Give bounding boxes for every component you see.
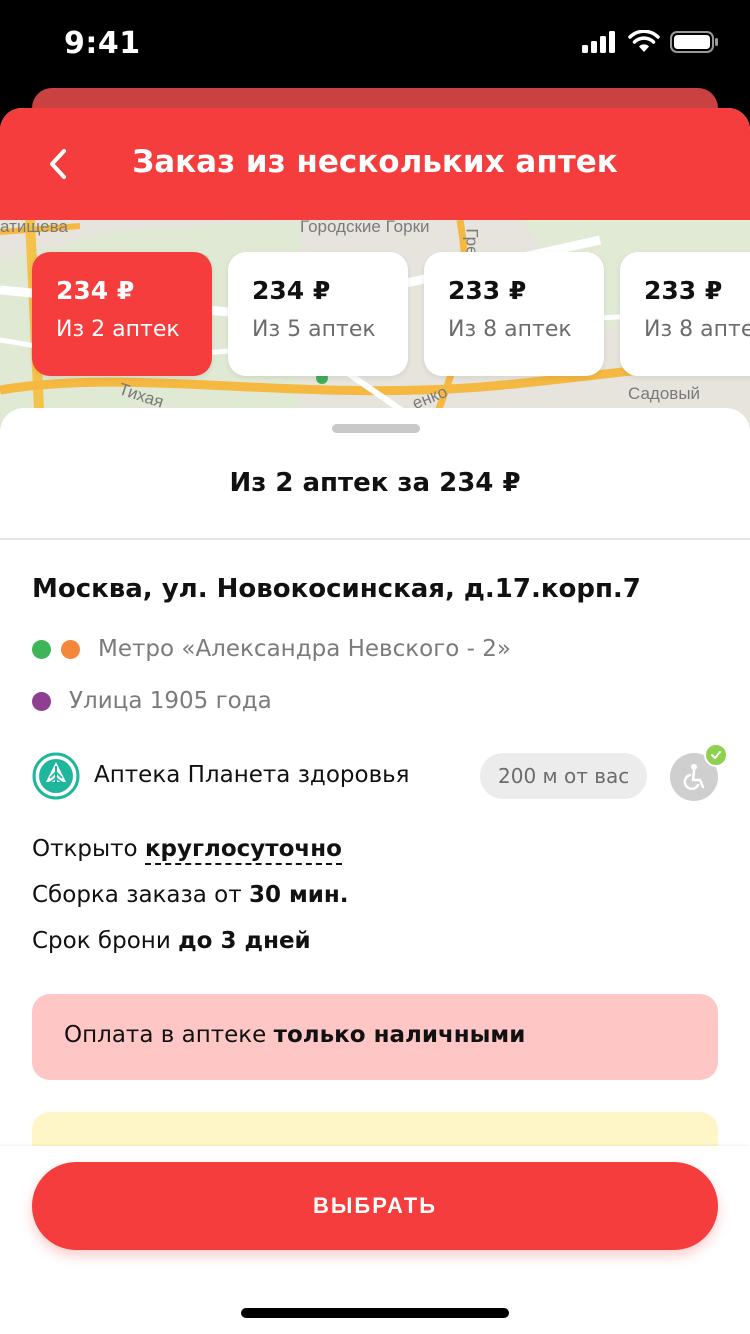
opening-hours: Открыто круглосуточно (32, 836, 342, 865)
metro-line-dot (32, 639, 51, 659)
pharmacy-address: Москва, ул. Новокосинская, д.17.корп.7 (32, 574, 641, 604)
option-pharmacies: Из 2 аптек (56, 317, 180, 342)
map-label: атищева (0, 220, 68, 236)
metro-line-dot (61, 639, 80, 659)
option-price: 233 ₽ (644, 276, 723, 305)
option-price: 234 ₽ (56, 276, 135, 305)
option-pharmacies: Из 5 аптек (252, 317, 376, 342)
sheet-title: Из 2 аптек за 234 ₽ (229, 468, 521, 498)
distance-badge: 200 м от вас (480, 753, 648, 799)
metro-line-dot (32, 691, 51, 711)
wifi-icon (628, 30, 660, 52)
option-card[interactable]: 234 ₽ Из 2 аптек (32, 252, 212, 376)
assembly-time-label: Сборка заказа от (32, 882, 242, 908)
option-price: 233 ₽ (448, 276, 527, 305)
order-screen: Заказ из нескольких аптек атищева Городс… (0, 108, 750, 1334)
metro-station: Метро «Александра Невского - 2» (32, 636, 511, 662)
metro-station: Улица 1905 года (32, 688, 272, 714)
option-card[interactable]: 233 ₽ Из 8 аптек (620, 252, 750, 376)
footer: ВЫБРАТЬ (0, 1146, 750, 1334)
payment-notice: Оплата в аптеке только наличными (32, 994, 718, 1080)
option-pharmacies: Из 8 аптек (644, 317, 750, 342)
reservation-period: Срок брони до 3 дней (32, 928, 311, 954)
pharmacy-logo-icon (32, 752, 80, 800)
page-title: Заказ из нескольких аптек (132, 144, 618, 180)
opening-hours-link[interactable]: круглосуточно (144, 836, 342, 865)
status-time: 9:41 (64, 26, 141, 61)
map-label: Садовый (628, 384, 701, 403)
status-icons (582, 30, 720, 54)
assembly-time: Сборка заказа от 30 мин. (32, 882, 349, 908)
payment-notice-value: только наличными (273, 1022, 526, 1048)
home-indicator (241, 1308, 509, 1318)
divider (0, 538, 750, 540)
reservation-label: Срок брони (32, 928, 171, 954)
pharmacy-name: Аптека Планета здоровья (94, 762, 410, 788)
header: Заказ из нескольких аптек (0, 108, 750, 220)
option-card[interactable]: 233 ₽ Из 8 аптек (424, 252, 604, 376)
metro-station-name: Улица 1905 года (69, 688, 272, 714)
option-pharmacies: Из 8 аптек (448, 317, 572, 342)
map-label: Городские Горки (300, 220, 430, 236)
cellular-signal-icon (582, 31, 615, 53)
wheelchair-icon (683, 764, 705, 790)
sheet-grabber[interactable] (332, 424, 420, 433)
payment-notice-label: Оплата в аптеке (64, 1022, 267, 1048)
metro-station-name: Метро «Александра Невского - 2» (98, 636, 512, 662)
opening-hours-label: Открыто (32, 836, 138, 862)
reservation-value: до 3 дней (178, 928, 311, 954)
select-button[interactable]: ВЫБРАТЬ (32, 1162, 718, 1250)
check-icon (704, 743, 728, 767)
option-card[interactable]: 234 ₽ Из 5 аптек (228, 252, 408, 376)
assembly-time-value: 30 мин. (248, 882, 349, 908)
accessibility-badge (670, 743, 728, 801)
option-cards: 234 ₽ Из 2 аптек 234 ₽ Из 5 аптек 233 ₽ … (32, 252, 750, 376)
status-bar: 9:41 (0, 0, 750, 92)
battery-icon (670, 31, 718, 53)
option-price: 234 ₽ (252, 276, 331, 305)
pharmacy-row: Аптека Планета здоровья 200 м от вас (32, 743, 728, 806)
